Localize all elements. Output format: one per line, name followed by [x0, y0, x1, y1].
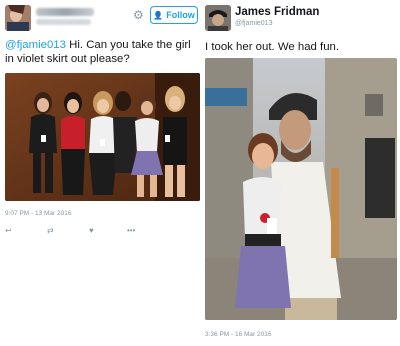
more-icon[interactable]: ••• — [127, 226, 135, 236]
tweet-actions: ↩ ⇄ ♥ ••• — [5, 226, 145, 236]
follow-button[interactable]: 👤 Follow — [150, 6, 198, 24]
original-tweet: ⚙ 👤 Follow @fjamie013 Hi. Can you take t… — [0, 0, 202, 346]
party-photo[interactable] — [5, 73, 200, 201]
requester-avatar[interactable] — [5, 5, 31, 31]
tweet-timestamp[interactable]: 9:07 PM - 13 Mar 2016 — [5, 210, 71, 217]
retweet-icon[interactable]: ⇄ — [47, 226, 54, 236]
blurred-username — [36, 8, 94, 16]
mention-link[interactable]: @fjamie013 — [5, 39, 66, 51]
add-user-icon: 👤 — [153, 10, 164, 20]
follow-button-label: Follow — [166, 10, 195, 20]
tweet-text: I took her out. We had fun. — [205, 41, 340, 53]
edited-photo[interactable] — [205, 58, 397, 320]
like-icon[interactable]: ♥ — [89, 226, 94, 236]
author-avatar[interactable] — [205, 5, 231, 31]
author-screen-name[interactable]: @fjamie013 — [235, 20, 272, 27]
reply-icon[interactable]: ↩ — [5, 226, 12, 236]
tweet-text: @fjamie013 Hi. Can you take the girl in … — [5, 38, 200, 66]
gear-icon[interactable]: ⚙ — [133, 9, 145, 21]
tweet-timestamp[interactable]: 3:36 PM - 16 Mar 2016 — [205, 331, 271, 338]
reply-tweet: James Fridman @fjamie013 I took her out.… — [202, 0, 400, 346]
blurred-handle — [36, 19, 91, 25]
author-display-name[interactable]: James Fridman — [235, 6, 319, 18]
